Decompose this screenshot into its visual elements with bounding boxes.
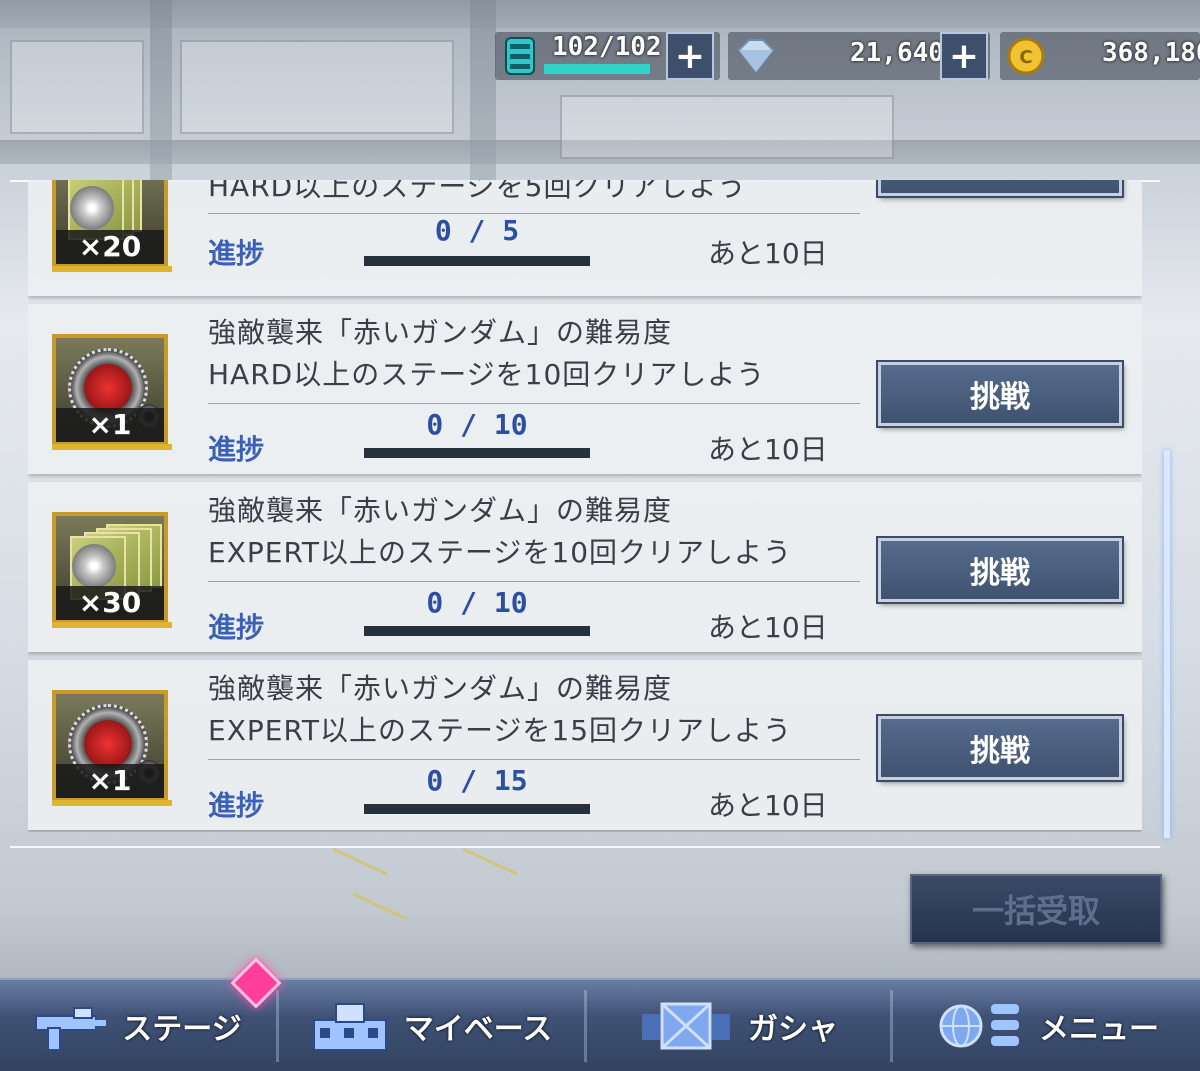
challenge-button[interactable]: 挑戦 bbox=[878, 538, 1122, 602]
claim-all-button[interactable]: 一括受取 bbox=[910, 874, 1162, 944]
progress-text: 0 / 15 bbox=[426, 764, 528, 797]
mission-row: ×1 強敵襲来「赤いガンダム」の難易度 EXPERT以上のステージを15回クリア… bbox=[28, 660, 1142, 830]
stamina-bar bbox=[544, 64, 650, 74]
progress-label: 進捗 bbox=[208, 789, 265, 822]
divider bbox=[208, 759, 860, 760]
challenge-button[interactable]: 挑戦 bbox=[878, 180, 1122, 196]
mission-row: ×30 強敵襲来「赤いガンダム」の難易度 EXPERT以上のステージを10回クリ… bbox=[28, 482, 1142, 652]
mission-title-line-2: EXPERT以上のステージを15回クリアしよう bbox=[208, 714, 793, 747]
stamina-value: 102/102 bbox=[552, 32, 662, 62]
reward-count: ×1 bbox=[56, 408, 164, 442]
progress-label: 進捗 bbox=[208, 433, 265, 466]
reward-item[interactable]: ×30 bbox=[52, 512, 172, 628]
mission-title-line-2: HARD以上のステージを10回クリアしよう bbox=[208, 358, 766, 391]
mission-title-line-1: 強敵襲来「赤いガンダム」の難易度 bbox=[208, 316, 673, 349]
progress-label: 進捗 bbox=[208, 237, 265, 270]
divider bbox=[208, 403, 860, 404]
progress-bar bbox=[364, 448, 590, 458]
nav-gacha[interactable]: ガシャ bbox=[588, 980, 888, 1071]
nav-stage-label: ステージ bbox=[122, 1011, 242, 1047]
time-remaining: あと10日 bbox=[708, 611, 828, 644]
reward-count: ×20 bbox=[56, 230, 164, 264]
mission-list[interactable]: ×20 HARD以上のステージを5回クリアしよう 進捗 0 / 5 あと10日 … bbox=[28, 180, 1142, 832]
reward-item[interactable]: ×20 bbox=[52, 180, 172, 272]
progress-text: 0 / 10 bbox=[426, 408, 528, 441]
stamina-bar-fill bbox=[544, 64, 650, 74]
coin-icon: C bbox=[1007, 37, 1045, 75]
mission-title-line-1: 強敵襲来「赤いガンダム」の難易度 bbox=[208, 672, 673, 705]
time-remaining: あと10日 bbox=[708, 433, 828, 466]
coins-value: 368,180 bbox=[1102, 38, 1200, 68]
rifle-icon bbox=[35, 1006, 107, 1051]
base-building-icon bbox=[312, 1002, 387, 1051]
nav-menu[interactable]: メニュー bbox=[894, 980, 1200, 1071]
time-remaining: あと10日 bbox=[708, 789, 828, 822]
time-remaining: あと10日 bbox=[708, 237, 828, 270]
reward-count: ×30 bbox=[56, 586, 164, 620]
diamond-icon bbox=[737, 39, 775, 74]
progress-label: 進捗 bbox=[208, 611, 265, 644]
list-scrollbar[interactable] bbox=[1164, 450, 1170, 838]
mission-title-line-2: EXPERT以上のステージを10回クリアしよう bbox=[208, 536, 793, 569]
mission-row: ×20 HARD以上のステージを5回クリアしよう 進捗 0 / 5 あと10日 … bbox=[28, 180, 1142, 296]
mission-title-line-1: 強敵襲来「赤いガンダム」の難易度 bbox=[208, 494, 673, 527]
bottom-nav: ステージ マイベース ガシャ メニュー bbox=[0, 978, 1200, 1071]
plus-icon: + bbox=[948, 35, 980, 77]
plus-icon: + bbox=[674, 35, 706, 77]
progress-bar bbox=[364, 626, 590, 636]
nav-menu-label: メニュー bbox=[1039, 1011, 1159, 1047]
challenge-button[interactable]: 挑戦 bbox=[878, 716, 1122, 780]
challenge-button[interactable]: 挑戦 bbox=[878, 362, 1122, 426]
progress-text: 0 / 10 bbox=[426, 586, 528, 619]
progress-bar bbox=[364, 256, 590, 266]
nav-mybase[interactable]: マイベース bbox=[280, 980, 582, 1071]
reward-item[interactable]: ×1 bbox=[52, 334, 172, 450]
globe-menu-icon bbox=[939, 1003, 1019, 1047]
reward-count: ×1 bbox=[56, 764, 164, 798]
add-stamina-button[interactable]: + bbox=[666, 32, 714, 80]
list-bottom-line bbox=[10, 846, 1160, 848]
nav-stage[interactable]: ステージ bbox=[0, 980, 276, 1071]
stamina-canister-icon bbox=[505, 37, 535, 75]
mission-title-line-2: HARD以上のステージを5回クリアしよう bbox=[208, 180, 747, 203]
nav-gacha-label: ガシャ bbox=[748, 1011, 838, 1047]
progress-bar bbox=[364, 804, 590, 814]
progress-text: 0 / 5 bbox=[434, 214, 520, 247]
nav-mybase-label: マイベース bbox=[403, 1011, 553, 1047]
gacha-capsule-icon bbox=[642, 1002, 730, 1049]
divider bbox=[208, 581, 860, 582]
add-gems-button[interactable]: + bbox=[940, 32, 988, 80]
gems-value: 21,640 bbox=[850, 38, 944, 68]
mission-row: ×1 強敵襲来「赤いガンダム」の難易度 HARD以上のステージを10回クリアしよ… bbox=[28, 304, 1142, 474]
reward-item[interactable]: ×1 bbox=[52, 690, 172, 806]
svg-text:C: C bbox=[1019, 47, 1032, 68]
